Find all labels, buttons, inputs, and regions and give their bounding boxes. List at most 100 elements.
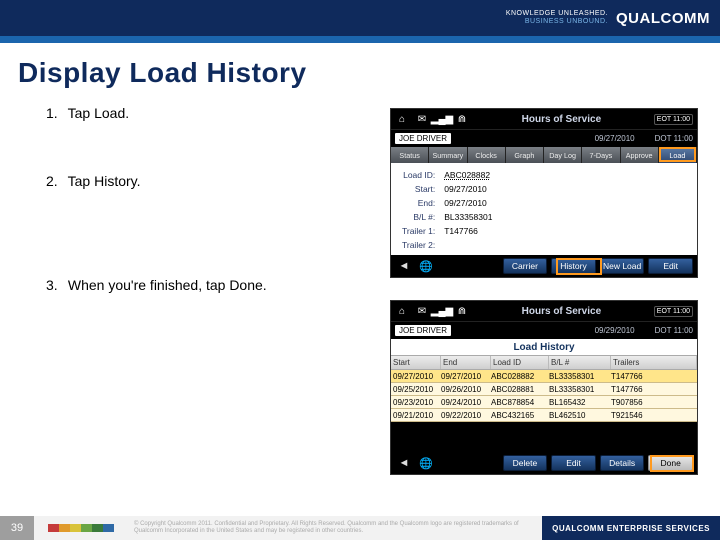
col-end: End	[441, 356, 491, 369]
load-history-rows: 09/27/2010 09/27/2010 ABC028882 BL333583…	[391, 370, 697, 422]
step-text: Tap History.	[68, 173, 141, 189]
cell-start: 09/21/2010	[391, 411, 441, 420]
table-row[interactable]: 09/27/2010 09/27/2010 ABC028882 BL333583…	[391, 370, 697, 383]
table-row[interactable]: 09/21/2010 09/22/2010 ABC432165 BL462510…	[391, 409, 697, 422]
cell-end: 09/24/2010	[441, 398, 491, 407]
back-icon[interactable]: ◄	[395, 457, 413, 469]
chip	[92, 524, 103, 532]
accent-bar	[0, 36, 720, 43]
newload-button[interactable]: New Load	[600, 258, 645, 274]
tab-status[interactable]: Status	[391, 147, 429, 163]
dot-label: DOT 11:00	[655, 326, 693, 335]
device-statusbar: ⌂ ✉ ▂▄▆ ⋒ Hours of Service EOT 11:00	[391, 301, 697, 321]
cell-tr: T921546	[611, 411, 697, 420]
tab-graph[interactable]: Graph	[506, 147, 544, 163]
cell-id: ABC878854	[491, 398, 549, 407]
cell-start: 09/23/2010	[391, 398, 441, 407]
device-bottombar-1: ◄ 🌐 Carrier History New Load Edit	[391, 255, 697, 277]
label-start: Start:	[399, 183, 439, 195]
mail-icon[interactable]: ✉	[415, 112, 429, 126]
wifi-icon: ⋒	[455, 304, 469, 318]
label-end: End:	[399, 197, 439, 209]
back-icon[interactable]: ◄	[395, 260, 413, 272]
hos-label: Hours of Service	[522, 114, 601, 125]
device-inforow: JOE DRIVER 09/27/2010 DOT 11:00	[391, 129, 697, 147]
home-icon[interactable]: ⌂	[395, 112, 409, 126]
table-row[interactable]: 09/23/2010 09/24/2010 ABC878854 BL165432…	[391, 396, 697, 409]
step-text: Tap Load.	[68, 105, 130, 121]
cell-bl: BL33358301	[549, 372, 611, 381]
slide-footer: 39 © Copyright Qualcomm 2011. Confidenti…	[0, 516, 720, 540]
load-history-title: Load History	[391, 339, 697, 355]
cell-bl: BL33358301	[549, 385, 611, 394]
cell-tr: T907856	[611, 398, 697, 407]
value-loadid: ABC028882	[441, 169, 495, 181]
edit-button[interactable]: Edit	[648, 258, 693, 274]
cell-end: 09/27/2010	[441, 372, 491, 381]
device-statusbar: ⌂ ✉ ▂▄▆ ⋒ Hours of Service EOT 11:00	[391, 109, 697, 129]
tab-load[interactable]: Load	[659, 147, 697, 163]
tagline-line2: BUSINESS UNBOUND.	[506, 18, 608, 26]
page-number: 39	[0, 516, 34, 540]
cell-id: ABC028882	[491, 372, 549, 381]
value-start: 09/27/2010	[441, 183, 495, 195]
tagline: KNOWLEDGE UNLEASHED. BUSINESS UNBOUND.	[506, 10, 608, 27]
cell-end: 09/26/2010	[441, 385, 491, 394]
driver-field[interactable]: JOE DRIVER	[395, 325, 451, 336]
col-loadid: Load ID	[491, 356, 549, 369]
label-loadid: Load ID:	[399, 169, 439, 181]
history-button[interactable]: History	[551, 258, 596, 274]
cell-start: 09/27/2010	[391, 372, 441, 381]
details-button[interactable]: Details	[600, 455, 645, 471]
signal-icon: ▂▄▆	[435, 112, 449, 126]
chip	[59, 524, 70, 532]
value-bl: BL33358301	[441, 211, 495, 223]
cell-bl: BL462510	[549, 411, 611, 420]
globe-icon[interactable]: 🌐	[417, 457, 435, 470]
copyright-text: © Copyright Qualcomm 2011. Confidential …	[134, 521, 542, 534]
tab-7days[interactable]: 7-Days	[582, 147, 620, 163]
driver-field[interactable]: JOE DRIVER	[395, 133, 451, 144]
globe-icon[interactable]: 🌐	[417, 260, 435, 273]
slide-title: Display Load History	[0, 43, 720, 93]
home-icon[interactable]: ⌂	[395, 304, 409, 318]
label-trailer1: Trailer 1:	[399, 225, 439, 237]
date-label: 09/27/2010	[595, 134, 635, 143]
col-start: Start	[391, 356, 441, 369]
step-number: 1.	[46, 105, 64, 121]
device-screenshot-load: ⌂ ✉ ▂▄▆ ⋒ Hours of Service EOT 11:00 JOE…	[390, 108, 698, 278]
step-text: When you're finished, tap Done.	[68, 277, 267, 293]
cell-tr: T147766	[611, 385, 697, 394]
chip	[81, 524, 92, 532]
date-label: 09/29/2010	[595, 326, 635, 335]
mail-icon[interactable]: ✉	[415, 304, 429, 318]
tab-summary[interactable]: Summary	[429, 147, 467, 163]
slide-header: KNOWLEDGE UNLEASHED. BUSINESS UNBOUND. Q…	[0, 0, 720, 36]
chip	[48, 524, 59, 532]
table-row[interactable]: 09/25/2010 09/26/2010 ABC028881 BL333583…	[391, 383, 697, 396]
signal-icon: ▂▄▆	[435, 304, 449, 318]
step-number: 2.	[46, 173, 64, 189]
color-chips	[48, 524, 114, 532]
col-bl: B/L #	[549, 356, 611, 369]
step-number: 3.	[46, 277, 64, 293]
tab-daylog[interactable]: Day Log	[544, 147, 582, 163]
eot-badge: EOT 11:00	[654, 114, 693, 125]
tab-clocks[interactable]: Clocks	[468, 147, 506, 163]
cell-bl: BL165432	[549, 398, 611, 407]
brand-logo: QUALCOMM	[616, 10, 710, 27]
dot-label: DOT 11:00	[655, 134, 693, 143]
delete-button[interactable]: Delete	[503, 455, 548, 471]
edit-button[interactable]: Edit	[551, 455, 596, 471]
hos-label: Hours of Service	[522, 306, 601, 317]
done-button[interactable]: Done	[648, 455, 693, 471]
chip	[70, 524, 81, 532]
tab-approve[interactable]: Approve	[621, 147, 659, 163]
label-bl: B/L #:	[399, 211, 439, 223]
cell-id: ABC028881	[491, 385, 549, 394]
value-trailer2	[441, 239, 495, 251]
device-inforow: JOE DRIVER 09/29/2010 DOT 11:00	[391, 321, 697, 339]
carrier-button[interactable]: Carrier	[503, 258, 548, 274]
device-bottombar-2: ◄ 🌐 Delete Edit Details Done	[391, 452, 697, 474]
cell-start: 09/25/2010	[391, 385, 441, 394]
